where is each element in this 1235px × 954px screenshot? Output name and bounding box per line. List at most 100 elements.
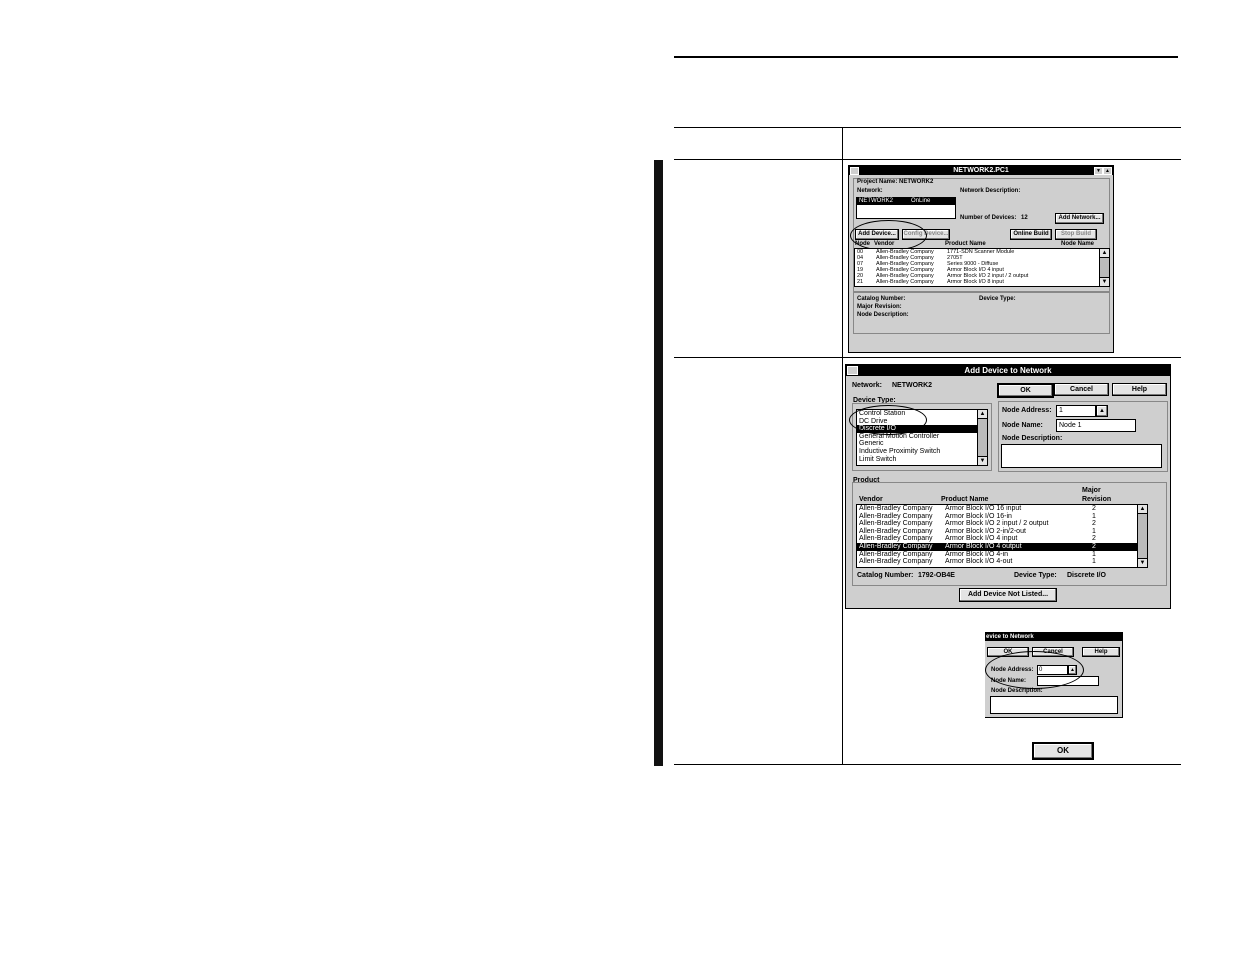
- product-vendor: Allen-Bradley Company: [859, 550, 933, 558]
- add-network-button[interactable]: Add Network...: [1055, 213, 1104, 224]
- node-name-input[interactable]: Node 1: [1056, 419, 1136, 432]
- node-address-spin-icon[interactable]: ▲: [1096, 405, 1108, 417]
- node-description-label: Node Description:: [1002, 435, 1063, 442]
- product-vendor: Allen-Bradley Company: [859, 558, 933, 566]
- maximize-icon[interactable]: ▲: [1103, 167, 1112, 175]
- product-name: Armor Block I/O 2 input / 2 output: [945, 520, 1049, 528]
- table-row-rule-2: [674, 357, 1181, 358]
- scroll-up-icon[interactable]: ▲: [1138, 505, 1147, 514]
- device-type-scrollbar[interactable]: ▲ ▼: [977, 410, 987, 465]
- minimize-icon[interactable]: ▼: [1094, 167, 1103, 175]
- product-list-scrollbar[interactable]: ▲ ▼: [1137, 505, 1147, 567]
- ok-button[interactable]: OK: [997, 383, 1054, 398]
- network-list-row[interactable]: NETWORK2 OnLine: [857, 198, 955, 205]
- add-device-titlebar: Add Device to Network: [846, 365, 1170, 376]
- col-vendor: Vendor: [859, 496, 883, 503]
- network-list[interactable]: NETWORK2 OnLine: [856, 197, 956, 219]
- network-window: NETWORK2.PC1 ▼ ▲ Project Name: NETWORK2 …: [848, 165, 1114, 353]
- network-label: Network:: [857, 188, 883, 194]
- node-address-highlight-oval: [985, 651, 1084, 689]
- product-name: Armor Block I/O 16-in: [945, 512, 1012, 520]
- cropped-node-description-input[interactable]: [990, 696, 1118, 714]
- node-address-label: Node Address:: [1002, 407, 1052, 414]
- system-menu-icon[interactable]: [850, 167, 859, 175]
- add-device-not-listed-button[interactable]: Add Device Not Listed...: [959, 588, 1057, 602]
- device-type-item[interactable]: Inductive Proximity Switch: [857, 448, 977, 456]
- product-revision: 2: [1092, 543, 1096, 550]
- product-list-row[interactable]: Allen-Bradley Company Armor Block I/O 4 o…: [857, 543, 1137, 551]
- dialog-network-label: Network:: [852, 382, 882, 389]
- product-name: Armor Block I/O 4-in: [945, 550, 1009, 558]
- number-of-devices-label: Number of Devices:: [960, 215, 1017, 221]
- product-list[interactable]: Allen-Bradley Company Armor Block I/O 16 …: [856, 504, 1148, 568]
- product-list-row[interactable]: Allen-Bradley Company Armor Block I/O 2 i…: [857, 520, 1137, 528]
- col-vendor: Vendor: [874, 241, 895, 247]
- table-bottom-rule: [674, 764, 1181, 765]
- scroll-up-icon[interactable]: ▲: [1100, 249, 1109, 258]
- product-list-row[interactable]: Allen-Bradley Company Armor Block I/O 16 …: [857, 505, 1137, 513]
- catalog-number-label: Catalog Number:: [857, 296, 906, 302]
- node-description-input[interactable]: [1001, 444, 1162, 468]
- column-divider: [842, 127, 843, 765]
- row-product: Armor Block I/O 8 input: [947, 279, 1004, 285]
- scroll-up-icon[interactable]: ▲: [978, 410, 987, 419]
- dialog-catalog-number-value: 1792-OB4E: [918, 572, 955, 579]
- stop-build-button[interactable]: Stop Build: [1055, 229, 1097, 240]
- network-description-label: Network Description:: [960, 188, 1021, 194]
- cancel-button[interactable]: Cancel: [1054, 383, 1109, 396]
- cropped-help-button[interactable]: Help: [1082, 647, 1120, 657]
- col-product-name: Product Name: [941, 496, 989, 503]
- product-list-row[interactable]: Allen-Bradley Company Armor Block I/O 2-i…: [857, 528, 1137, 536]
- product-revision: 2: [1092, 535, 1096, 543]
- row-node: 21: [857, 279, 864, 285]
- product-name: Armor Block I/O 4 input: [945, 535, 1018, 543]
- network-window-title: NETWORK2.PC1: [953, 167, 1009, 174]
- product-name: Armor Block I/O 16 input: [945, 505, 1022, 512]
- scroll-down-icon[interactable]: ▼: [1138, 558, 1147, 567]
- node-name-label: Node Name:: [1002, 422, 1043, 429]
- product-name: Armor Block I/O 2-in/2-out: [945, 527, 1026, 535]
- node-address-input[interactable]: 1: [1056, 405, 1096, 417]
- dialog-catalog-number-label: Catalog Number:: [857, 572, 914, 579]
- device-list-scrollbar[interactable]: ▲ ▼: [1099, 249, 1109, 286]
- standalone-ok-button[interactable]: OK: [1032, 742, 1094, 760]
- product-vendor: Allen-Bradley Company: [859, 535, 933, 543]
- product-name: Armor Block I/O 4-out: [945, 558, 1013, 566]
- device-type-item[interactable]: Generic: [857, 440, 977, 448]
- node-description-label: Node Description:: [857, 312, 909, 318]
- discrete-io-highlight-oval: [849, 405, 927, 435]
- dialog-device-type-value: Discrete I/O: [1067, 572, 1106, 579]
- side-tab-bar: [654, 160, 663, 766]
- col-node: Node: [855, 241, 870, 247]
- product-list-row[interactable]: Allen-Bradley Company Armor Block I/O 16-…: [857, 513, 1137, 521]
- network-name: NETWORK2: [859, 198, 894, 204]
- help-button[interactable]: Help: [1112, 383, 1167, 396]
- product-list-row[interactable]: Allen-Bradley Company Armor Block I/O 4-o…: [857, 558, 1137, 566]
- major-revision-label: Major Revision:: [857, 304, 902, 310]
- scroll-down-icon[interactable]: ▼: [1100, 277, 1109, 286]
- number-of-devices-value: 12: [1021, 215, 1028, 221]
- device-list-row[interactable]: 21 Allen-Bradley Company Armor Block I/O 8…: [857, 279, 1099, 285]
- cropped-title: evice to Network: [986, 634, 1034, 640]
- system-menu-icon[interactable]: [847, 366, 858, 375]
- cropped-titlebar: evice to Network: [985, 633, 1122, 641]
- product-list-row[interactable]: Allen-Bradley Company Armor Block I/O 4-i…: [857, 551, 1137, 559]
- row-vendor: Allen-Bradley Company: [876, 279, 934, 285]
- scroll-down-icon[interactable]: ▼: [978, 456, 987, 465]
- online-build-button[interactable]: Online Build: [1010, 229, 1052, 240]
- device-type-item[interactable]: Limit Switch: [857, 456, 977, 464]
- device-list[interactable]: 00 Allen-Bradley Company 1771-SDN Scanner …: [854, 248, 1110, 287]
- product-vendor: Allen-Bradley Company: [859, 505, 933, 512]
- product-vendor: Allen-Bradley Company: [859, 520, 933, 528]
- col-major: Major: [1082, 487, 1101, 494]
- product-revision: 1: [1092, 527, 1096, 535]
- top-rule: [674, 56, 1178, 58]
- network-status: OnLine: [911, 198, 931, 204]
- product-name: Armor Block I/O 4 output: [945, 543, 1022, 550]
- product-vendor: Allen-Bradley Company: [859, 543, 933, 550]
- table-header-rule: [674, 127, 1181, 128]
- project-name-value: NETWORK2: [899, 179, 934, 185]
- add-device-dialog: Add Device to Network Network: NETWORK2 …: [845, 364, 1171, 609]
- product-list-row[interactable]: Allen-Bradley Company Armor Block I/O 4 i…: [857, 535, 1137, 543]
- col-product-name: Product Name: [945, 241, 986, 247]
